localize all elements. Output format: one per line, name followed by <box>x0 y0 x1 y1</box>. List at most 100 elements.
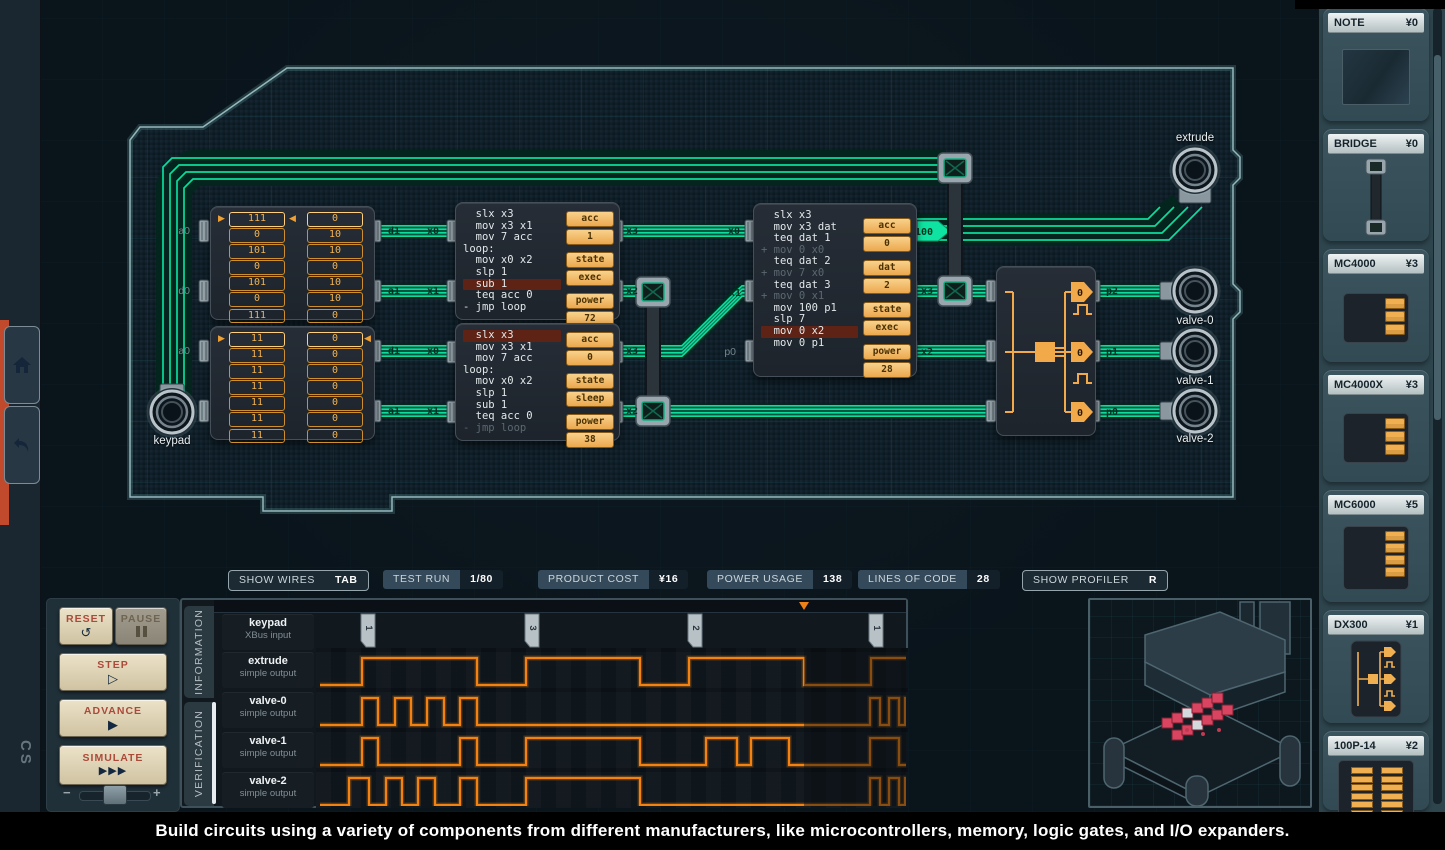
io-expander-dx300[interactable]: 000 <box>996 266 1096 436</box>
register-name: power <box>566 414 614 430</box>
register-value: exec <box>566 270 614 286</box>
catalog-item-mc4000[interactable]: MC4000¥3 <box>1323 249 1429 362</box>
code-line: slx x3 <box>761 210 858 222</box>
advance-button[interactable]: ADVANCE ▶ <box>59 699 167 737</box>
code-line: teq acc 0 <box>463 290 561 302</box>
memory-cell: 0 <box>307 396 363 411</box>
pad-label-keypad: keypad <box>132 435 212 447</box>
keypad-mark <box>869 614 883 647</box>
sidebar-scrollbar-thumb[interactable] <box>1434 55 1441 420</box>
dx300-diagram: 000 <box>997 267 1095 435</box>
code-listing[interactable]: slx x3 mov x3 x1 mov 7 accloop: mov x0 x… <box>463 209 561 313</box>
memory-cell: 0 <box>307 348 363 363</box>
code-line: slx x3 <box>463 209 561 221</box>
signal-label-valve-2: valve-2simple output <box>222 772 314 808</box>
memory-cell: 10 <box>307 292 363 307</box>
show-profiler-button[interactable]: SHOW PROFILER R <box>1022 570 1168 591</box>
puzzle-illustration-panel <box>1088 598 1312 808</box>
code-listing[interactable]: slx x3 mov x3 dat teq dat 1+ mov 0 x0 te… <box>761 210 858 349</box>
svg-text:0: 0 <box>1077 408 1083 419</box>
memory-cell: 11 <box>229 380 285 395</box>
memory-chip-2[interactable]: ▶ ◀ 111111111111110000000 <box>210 326 375 440</box>
simulate-button[interactable]: SIMULATE ▶▶▶ <box>59 745 167 785</box>
memory-cell: 11 <box>229 364 285 379</box>
pause-button[interactable]: PAUSE <box>115 607 167 645</box>
shenzhen-io-screen: 100d1x0a1x1d1x0a1x1x3x0x2x3x1x2x3x2p2p1p… <box>0 0 1445 850</box>
home-button[interactable] <box>4 326 40 404</box>
register-value: 28 <box>863 362 911 378</box>
signal-label-extrude: extrudesimple output <box>222 652 314 688</box>
register-value: exec <box>863 320 911 336</box>
tab-information[interactable]: INFORMATION <box>184 606 214 698</box>
memory-chip-1[interactable]: ▶ ◀ 11101010101011101010010100 <box>210 206 375 320</box>
active-tab-indicator <box>212 702 216 804</box>
register-name: acc <box>566 211 614 227</box>
microcontroller-mc6000[interactable]: slx x3 mov x3 dat teq dat 1+ mov 0 x0 te… <box>753 203 917 377</box>
show-wires-button[interactable]: SHOW WIRES TAB <box>228 570 369 591</box>
mc6000-preview <box>1343 526 1409 590</box>
svg-text:2: 2 <box>690 625 701 630</box>
speed-plus[interactable]: + <box>153 785 161 800</box>
register-value: 0 <box>863 236 911 252</box>
memory-cursor-icon: ◀ <box>364 333 371 344</box>
tab-verification[interactable]: VERIFICATION <box>184 702 214 806</box>
code-line: slp 1 <box>463 267 561 279</box>
power-usage-status: POWER USAGE 138 <box>707 570 852 589</box>
timeline-ruler[interactable] <box>214 600 906 613</box>
catalog-item-100p14[interactable]: 100P-14¥2 <box>1323 731 1429 810</box>
code-listing[interactable]: slx x3 mov x3 x1 mov 7 accloop: mov x0 x… <box>463 330 561 434</box>
catalog-item-note[interactable]: NOTE¥0 <box>1323 8 1429 121</box>
svg-text:0: 0 <box>1077 288 1083 299</box>
memory-cell: 0 <box>307 260 363 275</box>
speed-slider-handle[interactable] <box>103 785 127 805</box>
simulate-icon: ▶▶▶ <box>99 765 127 778</box>
memory-cell: 0 <box>229 228 285 243</box>
register-value: 2 <box>863 278 911 294</box>
top-edge <box>1295 0 1445 9</box>
step-button[interactable]: STEP ▷ <box>59 653 167 691</box>
memory-cell: 11 <box>229 348 285 363</box>
catalog-item-mc4000x[interactable]: MC4000X¥3 <box>1323 370 1429 482</box>
memory-cell: 10 <box>307 276 363 291</box>
undo-button[interactable] <box>4 406 40 484</box>
speed-minus[interactable]: − <box>63 785 71 800</box>
code-line: slx x3 <box>463 330 561 342</box>
memory-cell: 10 <box>307 244 363 259</box>
memory-cell: 0 <box>229 260 285 275</box>
memory-cell: 0 <box>307 412 363 427</box>
microcontroller-mc4000x-1[interactable]: slx x3 mov x3 x1 mov 7 accloop: mov x0 x… <box>455 202 620 320</box>
catalog-item-bridge[interactable]: BRIDGE¥0 <box>1323 129 1429 241</box>
test-run-status: TEST RUN 1/80 <box>383 570 503 589</box>
code-line: - jmp loop <box>463 302 561 314</box>
caption-bar: Build circuits using a variety of compon… <box>0 812 1445 850</box>
code-line: mov 0 p1 <box>761 338 858 350</box>
catalog-item-mc6000[interactable]: MC6000¥5 <box>1323 490 1429 602</box>
pad-label-valve1: valve-1 <box>1155 375 1235 387</box>
memory-cell: 101 <box>229 276 285 291</box>
code-line: teq acc 0 <box>463 411 561 423</box>
svg-text:1: 1 <box>363 625 374 631</box>
register-value: 0 <box>566 350 614 366</box>
microcontroller-mc4000x-2[interactable]: slx x3 mov x3 x1 mov 7 accloop: mov x0 x… <box>455 323 620 441</box>
component-catalog: NOTE¥0 BRIDGE¥0 MC4000¥3 <box>1318 0 1445 812</box>
register-name: state <box>566 373 614 389</box>
lines-of-code-status: LINES OF CODE 28 <box>858 570 1000 589</box>
memory-cell: 11 <box>229 412 285 427</box>
reset-button[interactable]: RESET ↺ <box>59 607 113 645</box>
memory-cell: 0 <box>307 332 363 347</box>
undo-icon <box>12 436 32 454</box>
code-line: mov 0 x2 <box>761 326 858 338</box>
register-readout: acc1stateexecpower72 <box>566 211 614 334</box>
register-name: dat <box>863 260 911 276</box>
pause-icon <box>134 626 148 639</box>
signal-label-valve-1: valve-1simple output <box>222 732 314 768</box>
memory-cell: 11 <box>229 396 285 411</box>
left-rail: CS <box>0 0 41 812</box>
memory-cell: 111 <box>229 212 285 227</box>
catalog-item-dx300[interactable]: DX300¥1 <box>1323 610 1429 723</box>
register-readout: acc0statesleeppower38 <box>566 332 614 455</box>
memory-cell: 11 <box>229 429 285 444</box>
bridge-preview <box>1358 157 1394 237</box>
reset-icon: ↺ <box>81 626 92 639</box>
game-logo: CS <box>8 740 34 767</box>
